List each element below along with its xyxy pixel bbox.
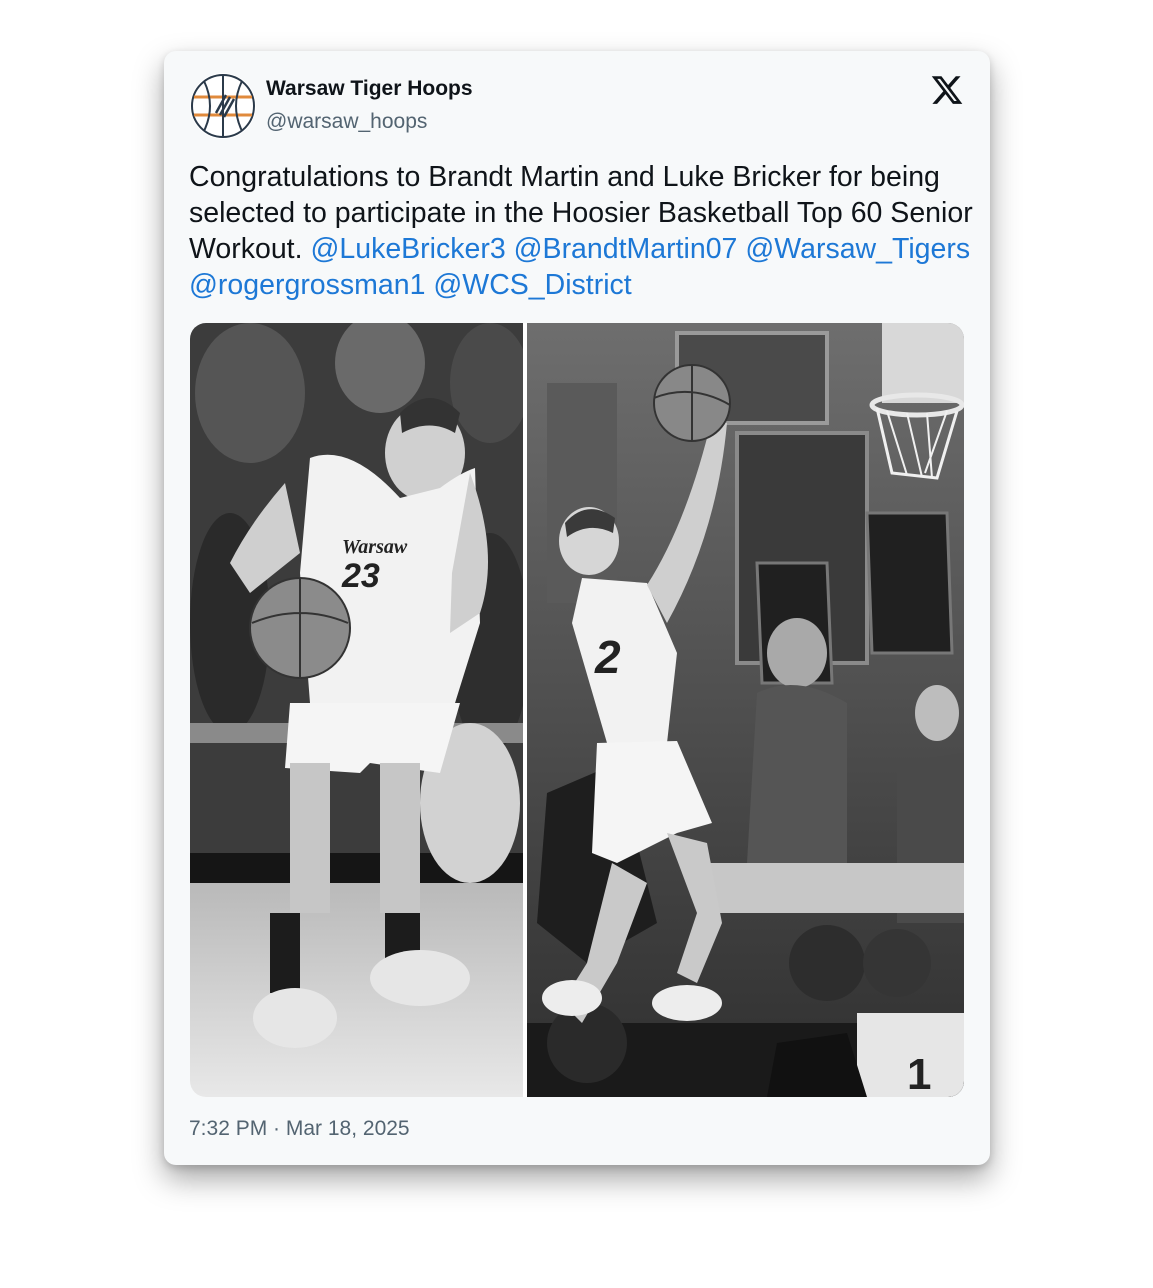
mention-link[interactable]: @WCS_District [433, 269, 631, 301]
x-logo-icon[interactable] [930, 73, 964, 107]
mention-link[interactable]: @BrandtMartin07 [514, 233, 738, 265]
basketball-logo-icon [191, 74, 255, 138]
bg-jersey-number-1: 1 [907, 1050, 931, 1097]
mention-link[interactable]: @rogergrossman1 [189, 269, 425, 301]
tweet-media[interactable]: Warsaw 23 1 2 [190, 323, 964, 1097]
jersey-number-2: 2 [594, 631, 621, 683]
tweet-card[interactable]: Warsaw Tiger Hoops @warsaw_hoops Congrat… [164, 51, 990, 1165]
author-handle[interactable]: @warsaw_hoops [266, 110, 427, 134]
timestamp[interactable]: 7:32 PM · Mar 18, 2025 [189, 1117, 410, 1141]
mention-link[interactable]: @Warsaw_Tigers [745, 233, 970, 265]
mention-link[interactable]: @LukeBricker3 [310, 233, 505, 265]
tweet-text: Congratulations to Brandt Martin and Luk… [189, 159, 974, 303]
jersey-number-23: 23 [341, 557, 380, 595]
author-name[interactable]: Warsaw Tiger Hoops [266, 77, 473, 101]
jersey-text: Warsaw [342, 536, 408, 558]
photo-player-2[interactable]: 1 2 [527, 323, 964, 1097]
avatar[interactable] [190, 73, 256, 139]
photo-player-23[interactable]: Warsaw 23 [190, 323, 523, 1097]
